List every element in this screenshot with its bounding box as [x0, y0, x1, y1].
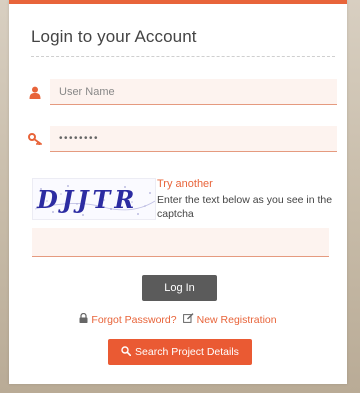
username-field[interactable]: User Name	[50, 79, 337, 105]
captcha-image: DJJTR	[32, 178, 156, 220]
title-divider	[31, 56, 335, 57]
password-field[interactable]: ••••••••	[50, 126, 337, 152]
captcha-hint: Enter the text below as you see in the c…	[157, 194, 333, 220]
search-icon	[121, 345, 132, 359]
user-icon	[27, 84, 43, 100]
key-icon	[27, 131, 43, 147]
login-title: Login to your Account	[31, 27, 197, 46]
captcha-input[interactable]	[32, 228, 329, 257]
username-row: User Name	[27, 79, 337, 105]
lock-icon	[79, 312, 88, 326]
auth-links: Forgot Password? New Registration	[9, 312, 347, 326]
captcha-text: DJJTR	[37, 185, 139, 214]
forgot-password-label: Forgot Password?	[91, 313, 177, 326]
try-another-link[interactable]: Try another	[157, 178, 213, 190]
new-registration-label: New Registration	[196, 313, 277, 326]
edit-icon	[182, 313, 194, 326]
forgot-password-link[interactable]: Forgot Password?	[79, 312, 177, 326]
login-card: Login to your Account User Name ••••••••	[9, 0, 347, 384]
search-project-button[interactable]: Search Project Details	[108, 339, 252, 365]
login-button[interactable]: Log In	[142, 275, 217, 301]
new-registration-link[interactable]: New Registration	[182, 313, 277, 326]
password-row: ••••••••	[27, 126, 337, 152]
search-project-label: Search Project Details	[135, 346, 239, 358]
